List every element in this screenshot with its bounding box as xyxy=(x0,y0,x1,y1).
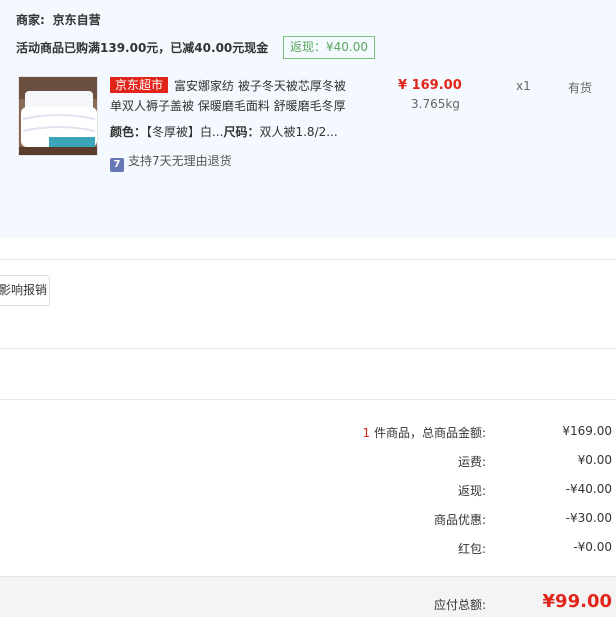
section-divider xyxy=(0,348,616,349)
product-specs: 颜色：【冬厚被】白...尺码：双人被1.8/2... xyxy=(110,123,338,140)
product-title[interactable]: 京东超市 富安娜家纺 被子冬天被芯厚冬被单双人褥子盖被 保暖磨毛面料 舒暖磨毛冬厚 xyxy=(110,76,350,116)
rebate-badge: 返现：¥40.00 xyxy=(283,36,375,59)
total-value: ¥99.00 xyxy=(542,591,612,612)
item-count: 1 xyxy=(362,426,371,440)
summary-goods-row: 1 件商品，总商品金额: ¥169.00 xyxy=(0,424,616,444)
summary-shipping-row: 运费: ¥0.00 xyxy=(0,453,616,473)
return-7day-icon: 7 xyxy=(110,158,124,172)
return-policy[interactable]: 7 支持7天无理由退货 xyxy=(110,152,232,172)
product-weight: 3.765kg xyxy=(411,97,460,111)
rebate-value: -¥40.00 xyxy=(565,482,612,496)
invoice-button[interactable]: 影响报销 xyxy=(0,275,50,306)
product-price: ¥ 169.00 xyxy=(398,78,462,93)
color-label: 颜色： xyxy=(110,125,147,139)
goods-value: ¥169.00 xyxy=(562,424,612,438)
return-policy-text[interactable]: 支持7天无理由退货 xyxy=(128,154,232,168)
redpacket-label: 红包: xyxy=(457,542,486,556)
merchant-label: 商家: xyxy=(16,13,45,27)
merchant-name: 京东自营 xyxy=(52,13,101,27)
summary-redpacket-row: 红包: -¥0.00 xyxy=(0,540,616,560)
discount-value: -¥30.00 xyxy=(565,511,612,525)
product-quantity: x1 xyxy=(516,79,531,93)
shipping-value: ¥0.00 xyxy=(577,453,612,467)
color-value: 【冬厚被】白... xyxy=(146,125,224,139)
section-divider xyxy=(0,399,616,400)
promo-text: 活动商品已购满139.00元，已减40.00元现金 xyxy=(16,41,269,55)
discount-label: 商品优惠: xyxy=(433,513,486,527)
goods-summary-label: 1 件商品，总商品金额: xyxy=(363,424,487,441)
jd-supermarket-tag: 京东超市 xyxy=(110,77,169,93)
stock-status: 有货 xyxy=(568,81,593,95)
rebate-label: 返现: xyxy=(457,484,486,498)
total-bar: 应付总额: ¥99.00 xyxy=(0,576,616,617)
size-value: 双人被1.8/2... xyxy=(259,125,338,139)
goods-label: 件商品，总商品金额: xyxy=(370,426,486,440)
size-label: 尺码： xyxy=(223,125,260,139)
product-thumbnail[interactable] xyxy=(18,76,98,156)
total-label: 应付总额: xyxy=(433,598,486,612)
summary-discount-row: 商品优惠: -¥30.00 xyxy=(0,511,616,531)
summary-rebate-row: 返现: -¥40.00 xyxy=(0,482,616,502)
shipping-label: 运费: xyxy=(457,455,486,469)
bed-image-icon xyxy=(19,77,97,155)
merchant-row: 商家: 京东自营 xyxy=(16,11,101,28)
section-divider xyxy=(0,259,616,260)
redpacket-value: -¥0.00 xyxy=(573,540,612,554)
